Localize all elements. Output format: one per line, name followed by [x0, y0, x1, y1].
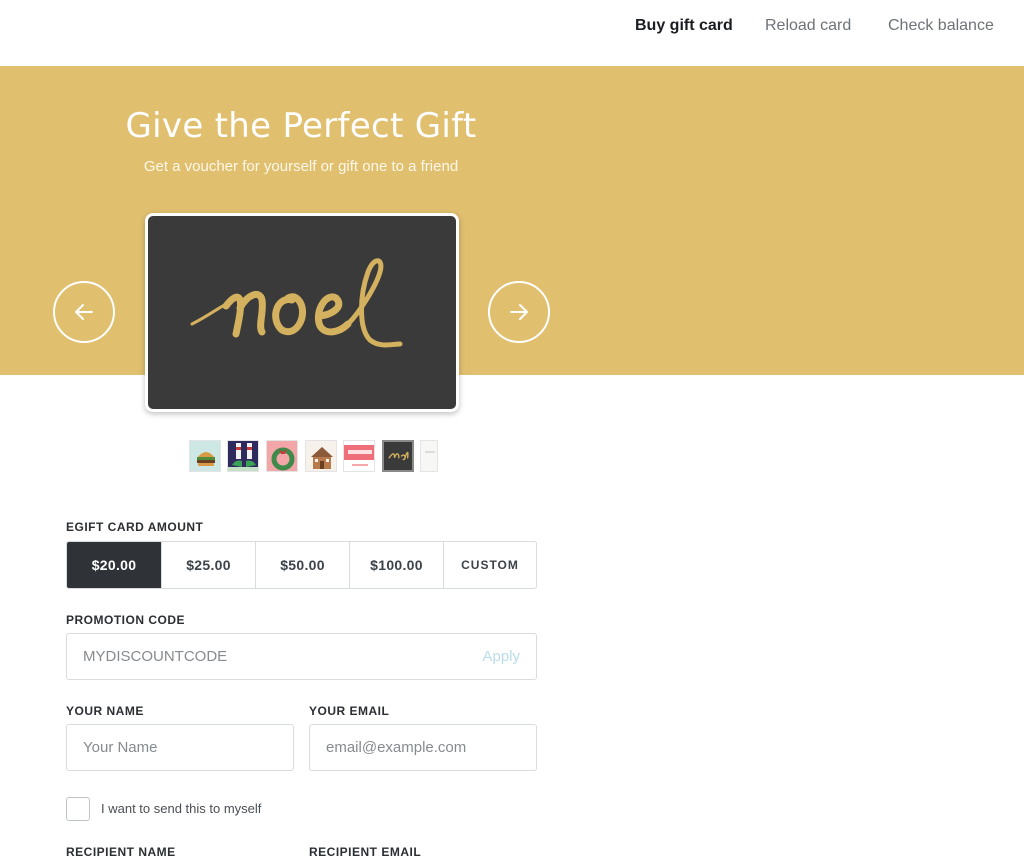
hero-subtitle: Get a voucher for yourself or gift one t… [143, 158, 459, 175]
top-nav: Buy gift card Reload card Check balance [0, 0, 1024, 66]
elf-feet-thumbnail-image [228, 443, 258, 471]
nav-check-balance[interactable]: Check balance [888, 17, 994, 35]
thumbnail-noel[interactable] [382, 440, 414, 472]
recipient-email-label: RECIPIENT EMAIL [309, 845, 422, 859]
your-name-field [66, 724, 294, 771]
your-name-label: YOUR NAME [66, 704, 144, 718]
thumbnail-happy-holidays[interactable] [343, 440, 375, 472]
amount-20-button[interactable]: $20.00 [67, 542, 161, 588]
your-name-input[interactable] [67, 725, 293, 770]
next-design-button[interactable] [488, 281, 550, 343]
gift-card-preview [145, 213, 459, 412]
thumbnail-gingerbread-house[interactable] [305, 440, 337, 472]
previous-design-button[interactable] [53, 281, 115, 343]
amount-25-button[interactable]: $25.00 [161, 542, 255, 588]
recipient-name-label: RECIPIENT NAME [66, 845, 176, 859]
blank-thumbnail-image [425, 451, 435, 453]
nav-reload-card[interactable]: Reload card [765, 17, 851, 35]
noel-thumbnail-image [388, 451, 409, 461]
amount-label: EGIFT CARD AMOUNT [66, 520, 204, 534]
noel-lettering-image [190, 258, 403, 348]
amount-100-button[interactable]: $100.00 [349, 542, 443, 588]
promo-field: Apply [66, 633, 537, 680]
thumbnail-elf-feet[interactable] [227, 440, 259, 472]
your-email-input[interactable] [310, 725, 536, 770]
happy-holidays-thumbnail-image [344, 445, 374, 466]
amount-custom-button[interactable]: CUSTOM [443, 542, 536, 588]
hero-title: Give the Perfect Gift [125, 106, 477, 146]
thumbnail-burger[interactable] [189, 440, 221, 472]
send-to-self-checkbox[interactable] [66, 797, 90, 821]
amount-selector: $20.00 $25.00 $50.00 $100.00 CUSTOM [66, 541, 537, 589]
thumbnail-blank[interactable] [420, 440, 438, 472]
burger-thumbnail-image [197, 452, 215, 466]
gingerbread-house-thumbnail-image [311, 447, 333, 469]
wreath-thumbnail-image [271, 447, 295, 471]
your-email-label: YOUR EMAIL [309, 704, 390, 718]
promo-label: PROMOTION CODE [66, 613, 186, 627]
your-email-field [309, 724, 537, 771]
send-to-self-label[interactable]: I want to send this to myself [101, 801, 261, 816]
nav-buy-gift-card[interactable]: Buy gift card [635, 17, 733, 35]
thumbnail-wreath[interactable] [266, 440, 298, 472]
arrow-left-icon [75, 304, 93, 320]
promo-code-input[interactable] [67, 634, 447, 679]
amount-50-button[interactable]: $50.00 [255, 542, 349, 588]
arrow-right-icon [510, 304, 528, 320]
apply-button[interactable]: Apply [482, 648, 520, 665]
